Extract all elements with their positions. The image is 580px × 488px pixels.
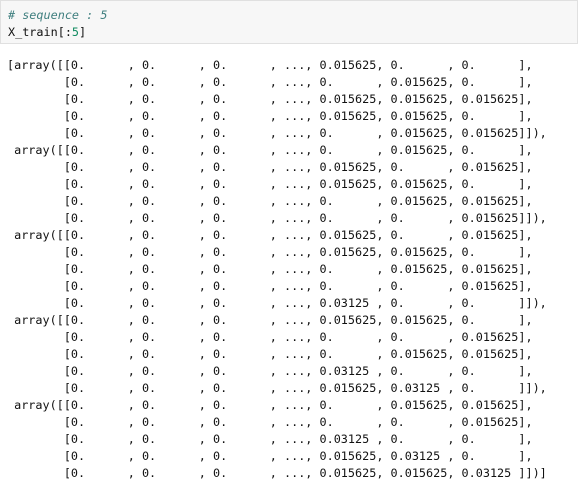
output-line: [0. , 0. , 0. , ..., 0. , 0.015625, 0.01… — [7, 194, 533, 208]
output-line: array([[0. , 0. , 0. , ..., 0.015625, 0.… — [7, 228, 533, 242]
output-line: [array([[0. , 0. , 0. , ..., 0.015625, 0… — [7, 58, 533, 72]
output-line: [0. , 0. , 0. , ..., 0. , 0. , 0.015625]… — [7, 415, 533, 429]
output-line: array([[0. , 0. , 0. , ..., 0. , 0.01562… — [7, 143, 533, 157]
code-comment: # sequence : 5 — [8, 8, 108, 22]
output-line: [0. , 0. , 0. , ..., 0.015625, 0.015625,… — [7, 92, 533, 106]
output-line: [0. , 0. , 0. , ..., 0.015625, 0.015625,… — [7, 177, 533, 191]
code-statement: X_train[:5] — [8, 24, 577, 41]
output-line: [0. , 0. , 0. , ..., 0.03125 , 0. , 0. ]… — [7, 432, 533, 446]
output-line: [0. , 0. , 0. , ..., 0. , 0.015625, 0.01… — [7, 347, 533, 361]
output-line: [0. , 0. , 0. , ..., 0.015625, 0.03125 ,… — [7, 381, 547, 395]
output-line: [0. , 0. , 0. , ..., 0. , 0.015625, 0.01… — [7, 126, 547, 140]
output-line: [0. , 0. , 0. , ..., 0. , 0. , 0.015625]… — [7, 279, 533, 293]
output-line: [0. , 0. , 0. , ..., 0. , 0. , 0.015625]… — [7, 211, 547, 225]
output-line: [0. , 0. , 0. , ..., 0.015625, 0.015625,… — [7, 109, 533, 123]
output-line: [0. , 0. , 0. , ..., 0. , 0.015625, 0. ]… — [7, 75, 533, 89]
code-bracket: ] — [79, 25, 87, 39]
output-line: [0. , 0. , 0. , ..., 0.015625, 0.015625,… — [7, 245, 533, 259]
output-line: [0. , 0. , 0. , ..., 0. , 0.015625, 0.01… — [7, 262, 533, 276]
output-line: [0. , 0. , 0. , ..., 0.015625, 0.015625,… — [7, 466, 547, 480]
code-text: X_train[: — [8, 25, 72, 39]
code-number: 5 — [71, 25, 80, 39]
output-line: array([[0. , 0. , 0. , ..., 0.015625, 0.… — [7, 313, 533, 327]
output-line: [0. , 0. , 0. , ..., 0.03125 , 0. , 0. ]… — [7, 364, 533, 378]
output-line: array([[0. , 0. , 0. , ..., 0. , 0.01562… — [7, 398, 533, 412]
output-line: [0. , 0. , 0. , ..., 0. , 0. , 0.015625]… — [7, 330, 533, 344]
code-input-cell[interactable]: # sequence : 5 X_train[:5] — [0, 0, 578, 44]
output-line: [0. , 0. , 0. , ..., 0.015625, 0. , 0.01… — [7, 160, 533, 174]
output-line: [0. , 0. , 0. , ..., 0.03125 , 0. , 0. ]… — [7, 296, 547, 310]
cell-output: [array([[0. , 0. , 0. , ..., 0.015625, 0… — [7, 57, 578, 485]
output-line: [0. , 0. , 0. , ..., 0.015625, 0.03125 ,… — [7, 449, 533, 463]
